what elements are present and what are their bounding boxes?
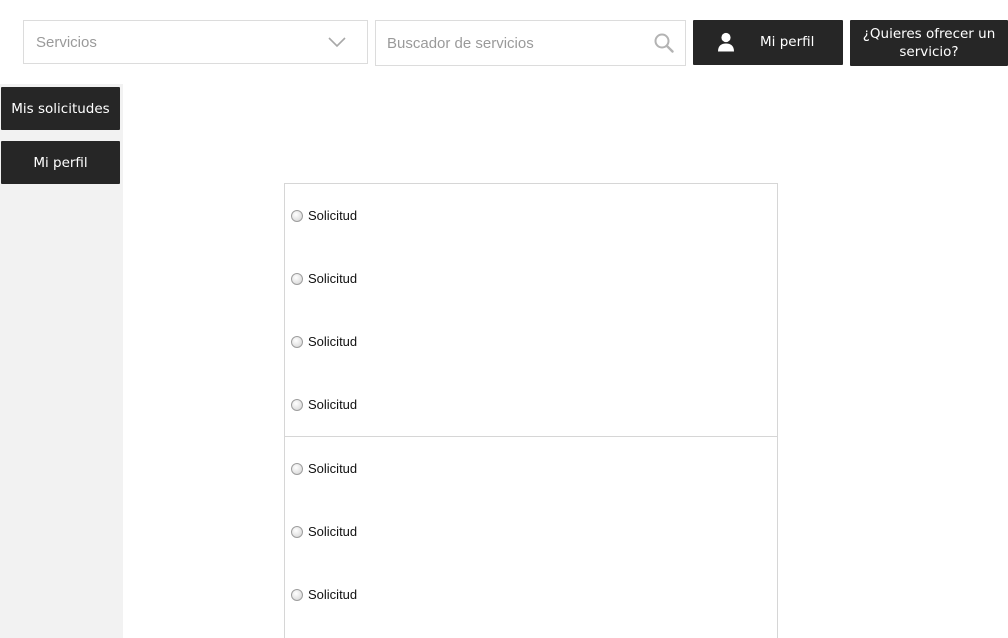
request-label: Solicitud — [308, 334, 358, 349]
sidebar-item-my-requests[interactable]: Mis solicitudes — [1, 87, 120, 130]
requests-panel: Solicitud Solicitud Solicitud Solicitud … — [284, 183, 778, 638]
request-radio[interactable] — [291, 398, 303, 411]
services-select[interactable]: Servicios — [23, 20, 368, 64]
request-radio[interactable] — [291, 462, 303, 475]
request-item[interactable]: Solicitud — [291, 208, 357, 223]
list-divider — [285, 436, 777, 437]
search-box — [375, 20, 686, 66]
request-label: Solicitud — [308, 397, 358, 412]
profile-button[interactable]: Mi perfil — [693, 20, 843, 65]
request-label: Solicitud — [308, 524, 358, 539]
request-radio[interactable] — [291, 525, 303, 538]
request-radio[interactable] — [291, 335, 303, 348]
search-input[interactable] — [376, 21, 646, 65]
request-label: Solicitud — [308, 461, 358, 476]
request-label: Solicitud — [308, 587, 358, 602]
request-item[interactable]: Solicitud — [291, 587, 357, 602]
request-item[interactable]: Solicitud — [291, 271, 357, 286]
request-label: Solicitud — [308, 208, 358, 223]
request-radio[interactable] — [291, 209, 303, 222]
request-item[interactable]: Solicitud — [291, 334, 357, 349]
chevron-down-icon — [328, 37, 346, 48]
services-select-value: Servicios — [36, 34, 97, 51]
offer-service-button[interactable]: ¿Quieres ofrecer un servicio? — [850, 20, 1008, 66]
search-icon[interactable] — [654, 33, 674, 53]
sidebar-item-my-profile[interactable]: Mi perfil — [1, 141, 120, 184]
request-item[interactable]: Solicitud — [291, 397, 357, 412]
sidebar-item-label: Mi perfil — [33, 154, 88, 171]
sidebar-item-label: Mis solicitudes — [11, 100, 110, 117]
request-radio[interactable] — [291, 588, 303, 601]
user-icon — [718, 32, 734, 52]
request-item[interactable]: Solicitud — [291, 524, 357, 539]
offer-service-button-label: ¿Quieres ofrecer un servicio? — [862, 26, 996, 60]
request-radio[interactable] — [291, 272, 303, 285]
request-item[interactable]: Solicitud — [291, 461, 357, 476]
request-label: Solicitud — [308, 271, 358, 286]
profile-button-label: Mi perfil — [760, 34, 815, 50]
